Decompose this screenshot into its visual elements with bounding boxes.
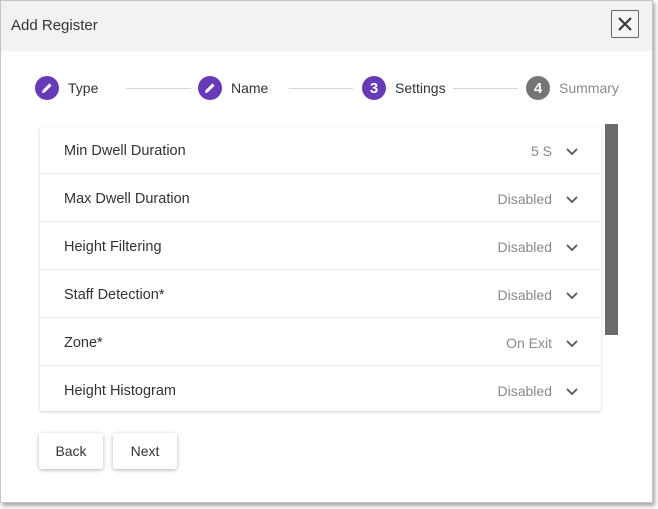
settings-row-staff-detection[interactable]: Staff Detection* Disabled	[40, 271, 601, 318]
step-name-label: Name	[231, 80, 269, 96]
pencil-icon	[42, 83, 52, 93]
chevron-down-icon	[566, 292, 578, 300]
scrollbar-thumb[interactable]	[605, 124, 618, 335]
close-button[interactable]	[611, 10, 639, 38]
chevron-down-icon	[566, 388, 578, 396]
settings-row-min-dwell-duration[interactable]: Min Dwell Duration 5 S	[40, 127, 601, 174]
setting-value: Disabled	[497, 287, 552, 303]
setting-value: Disabled	[497, 383, 552, 399]
step-type-label: Type	[68, 80, 99, 96]
setting-value: Disabled	[497, 191, 552, 207]
add-register-dialog: Add Register Type Name 3 Settings 4 Summ…	[0, 0, 653, 503]
step-name-circle	[198, 76, 222, 100]
setting-label: Max Dwell Duration	[64, 191, 190, 207]
step-settings[interactable]: 3 Settings	[362, 75, 446, 101]
back-button[interactable]: Back	[39, 433, 103, 469]
next-button[interactable]: Next	[113, 433, 177, 469]
step-connector	[126, 88, 191, 89]
settings-row-height-filtering[interactable]: Height Filtering Disabled	[40, 223, 601, 270]
setting-label: Staff Detection*	[64, 287, 165, 303]
dialog-titlebar: Add Register	[1, 1, 652, 51]
settings-row-max-dwell-duration[interactable]: Max Dwell Duration Disabled	[40, 175, 601, 222]
step-type[interactable]: Type	[35, 75, 98, 101]
chevron-down-icon	[566, 244, 578, 252]
chevron-down-icon	[566, 148, 578, 156]
setting-label: Zone*	[64, 335, 103, 351]
step-summary[interactable]: 4 Summary	[526, 75, 619, 101]
step-summary-number: 4	[526, 76, 550, 100]
setting-value: On Exit	[506, 335, 552, 351]
setting-label: Min Dwell Duration	[64, 143, 186, 159]
step-summary-label: Summary	[559, 80, 619, 96]
pencil-icon	[205, 83, 215, 93]
dialog-title: Add Register	[11, 17, 98, 34]
step-type-circle	[35, 76, 59, 100]
settings-panel: Min Dwell Duration 5 S Max Dwell Duratio…	[40, 127, 601, 411]
setting-label: Height Filtering	[64, 239, 162, 255]
settings-row-height-histogram[interactable]: Height Histogram Disabled	[40, 367, 601, 411]
settings-row-zone[interactable]: Zone* On Exit	[40, 319, 601, 366]
step-connector	[453, 88, 518, 89]
stepper: Type Name 3 Settings 4 Summary	[1, 75, 652, 103]
setting-value: 5 S	[530, 143, 552, 159]
setting-label: Height Histogram	[64, 383, 177, 399]
close-icon	[618, 17, 632, 31]
setting-value: Disabled	[497, 239, 552, 255]
chevron-down-icon	[566, 196, 578, 204]
step-settings-label: Settings	[395, 80, 446, 96]
step-settings-number: 3	[362, 76, 386, 100]
chevron-down-icon	[566, 340, 578, 348]
step-connector	[289, 88, 353, 89]
step-name[interactable]: Name	[198, 75, 268, 101]
